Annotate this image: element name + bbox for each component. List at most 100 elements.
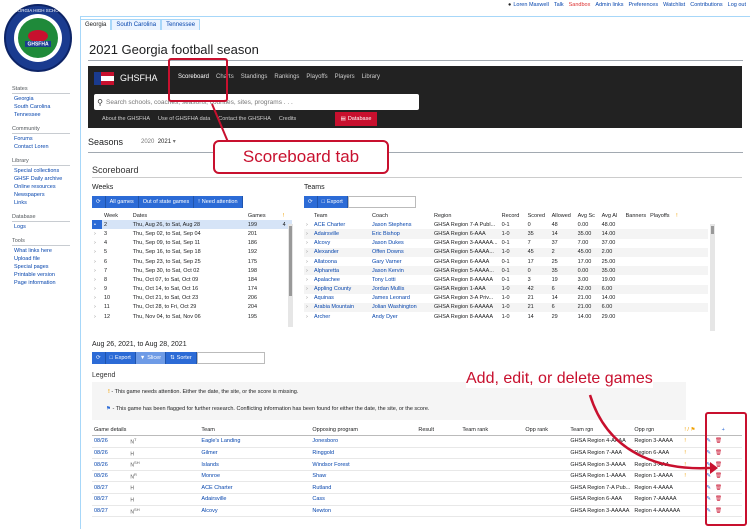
week-row[interactable]: › 8 Thu, Oct 07, to Sat, Oct 09 184 xyxy=(92,275,292,284)
game-opponent[interactable]: Newton xyxy=(310,505,417,518)
expand-icon[interactable]: › xyxy=(304,257,312,266)
teams-col-attention[interactable]: ! xyxy=(674,211,708,220)
week-row[interactable]: › 10 Thu, Oct 21, to Sat, Oct 23 206 xyxy=(92,294,292,303)
game-date[interactable]: 08/26 xyxy=(92,447,129,460)
expand-icon[interactable]: › xyxy=(92,248,102,257)
nav-playoffs[interactable]: Playoffs xyxy=(306,74,327,80)
game-row[interactable]: 08/27 H ACE Charter Rutland GHSA Region 7-A … xyxy=(92,481,742,495)
team-row[interactable]: › Alcovy Jason Dukes GHSA Region 3-AAAAA...… xyxy=(304,239,708,248)
team-coach[interactable]: Andy Dyer xyxy=(370,312,432,321)
nav-library[interactable]: Library xyxy=(362,74,380,80)
weeks-scrollbar[interactable] xyxy=(288,224,293,327)
teams-scrollbar[interactable] xyxy=(710,224,715,331)
games-col-details[interactable]: Game details xyxy=(92,424,129,437)
search-box[interactable]: ⚲ Search schools, coaches, seasons, coun… xyxy=(94,94,419,110)
sidebar-item-south-carolina[interactable]: South Carolina xyxy=(12,103,82,111)
expand-icon[interactable]: › xyxy=(304,229,312,239)
sidebar-item-page-information[interactable]: Page information xyxy=(12,279,82,287)
game-date[interactable]: 08/26 xyxy=(92,458,129,471)
week-row[interactable]: › 7 Thu, Sep 30, to Sat, Oct 02 198 xyxy=(92,266,292,275)
out-of-state-button[interactable]: Out of state games xyxy=(138,196,195,208)
games-col-opp[interactable]: Opposing program xyxy=(310,424,417,437)
games-col-team[interactable]: Team xyxy=(199,424,311,437)
teams-col-scored[interactable]: Scored xyxy=(526,211,550,220)
team-team[interactable]: Alpharetta xyxy=(312,266,370,276)
team-coach[interactable]: Tony Lotti xyxy=(370,275,432,284)
season-prev[interactable]: 2020 xyxy=(141,139,154,145)
need-attention-button[interactable]: ! Need attention xyxy=(194,196,243,208)
sidebar-item-georgia[interactable]: Georgia xyxy=(12,95,82,103)
week-row[interactable]: › 6 Thu, Sep 23, to Sat, Sep 25 175 xyxy=(92,257,292,266)
season-current[interactable]: 2021 xyxy=(158,139,171,145)
navbar-title[interactable]: GHSFHA xyxy=(120,73,158,83)
expand-icon[interactable]: › xyxy=(304,302,312,313)
expand-icon[interactable]: › xyxy=(92,312,102,321)
team-row[interactable]: › Allatoona Gary Varner GHSA Region 6-AAAA 0… xyxy=(304,257,708,266)
contributions-link[interactable]: Contributions xyxy=(690,2,722,8)
expand-icon[interactable]: › xyxy=(92,294,102,303)
expand-icon[interactable]: › xyxy=(304,294,312,303)
username-link[interactable]: Loren Maxwell xyxy=(513,2,548,8)
sidebar-item-online-resources[interactable]: Online resources xyxy=(12,183,82,191)
team-row[interactable]: › Arabia Mountain Jolian Washington GHSA Re… xyxy=(304,302,708,313)
team-coach[interactable]: Jason Stephens xyxy=(370,220,432,229)
sidebar-item-ghsf-daily-archive[interactable]: GHSF Daily archive xyxy=(12,175,82,183)
sidebar-item-upload-file[interactable]: Upload file xyxy=(12,255,82,263)
team-coach[interactable]: Jason Dukes xyxy=(370,239,432,248)
expand-icon[interactable]: › xyxy=(92,239,102,248)
games-export-button[interactable]: □ Export xyxy=(105,352,136,364)
game-team[interactable]: Eagle's Landing xyxy=(199,435,311,448)
game-team[interactable]: ACE Charter xyxy=(199,481,311,495)
sidebar-item-newspapers[interactable]: Newspapers xyxy=(12,191,82,199)
sidebar-item-printable-version[interactable]: Printable version xyxy=(12,271,82,279)
game-date[interactable]: 08/27 xyxy=(92,481,129,495)
game-team[interactable]: Islands xyxy=(199,458,311,471)
team-coach[interactable]: Jordan Mullis xyxy=(370,284,432,294)
expand-icon[interactable]: › xyxy=(304,275,312,284)
game-opponent[interactable]: Shaw xyxy=(310,470,417,483)
slicer-button[interactable]: ▼ Slicer xyxy=(135,352,167,364)
week-row[interactable]: › 5 Thu, Sep 16, to Sat, Sep 18 192 xyxy=(92,248,292,257)
expand-icon[interactable]: • xyxy=(92,220,102,230)
all-games-button[interactable]: All games xyxy=(105,196,139,208)
week-row[interactable]: › 11 Thu, Oct 28, to Fri, Oct 29 204 xyxy=(92,303,292,312)
team-row[interactable]: › Archer Andy Dyer GHSA Region 8-AAAAA 1-0 14… xyxy=(304,312,708,321)
team-team[interactable]: Apalachee xyxy=(312,275,370,284)
team-team[interactable]: Arabia Mountain xyxy=(312,302,370,313)
sandbox-link[interactable]: Sandbox xyxy=(569,2,591,8)
teams-refresh-button[interactable]: ⟳ xyxy=(304,196,318,208)
talk-link[interactable]: Talk xyxy=(554,2,564,8)
game-opponent[interactable]: Ringgold xyxy=(310,447,417,460)
user-menu[interactable]: ● Loren Maxwell xyxy=(508,2,549,8)
expand-icon[interactable]: › xyxy=(92,275,102,284)
game-opponent[interactable]: Jonesboro xyxy=(310,435,417,448)
tab-tennessee[interactable]: Tennessee xyxy=(161,19,201,30)
team-coach[interactable]: Gary Varner xyxy=(370,257,432,266)
teams-col-banners[interactable]: Banners xyxy=(624,211,649,220)
game-team[interactable]: Monroe xyxy=(199,470,311,483)
ghsfha-logo[interactable]: GHSFHA GEORGIA HIGH SCHOOL xyxy=(3,3,73,73)
game-team[interactable]: Gilmer xyxy=(199,447,311,460)
teams-col-avg-sc[interactable]: Avg Sc xyxy=(576,211,600,220)
week-row[interactable]: › 9 Thu, Oct 14, to Sat, Oct 16 174 xyxy=(92,285,292,294)
game-opponent[interactable]: Rutland xyxy=(310,481,417,495)
sidebar-item-tennessee[interactable]: Tennessee xyxy=(12,111,82,119)
week-row[interactable]: › 3 Thu, Sep 02, to Sat, Sep 04 201 xyxy=(92,229,292,238)
expand-icon[interactable]: › xyxy=(92,303,102,312)
weeks-col-attention[interactable]: ! xyxy=(281,211,292,220)
expand-icon[interactable]: › xyxy=(92,266,102,275)
team-row[interactable]: › ACE Charter Jason Stephens GHSA Region 7-… xyxy=(304,220,708,229)
admin-links-link[interactable]: Admin links xyxy=(595,2,623,8)
expand-icon[interactable]: › xyxy=(92,229,102,238)
nav-about[interactable]: About the GHSFHA xyxy=(102,116,150,122)
team-row[interactable]: › Aquinas James Leonard GHSA Region 3-A Pri… xyxy=(304,294,708,303)
team-team[interactable]: Adairsville xyxy=(312,229,370,239)
refresh-button[interactable]: ⟳ xyxy=(92,196,106,208)
games-filter-input[interactable] xyxy=(196,352,265,364)
teams-col-avg-al[interactable]: Avg Al xyxy=(600,211,624,220)
team-coach[interactable]: Jolian Washington xyxy=(370,302,432,313)
team-row[interactable]: › Appling County Jordan Mullis GHSA Region … xyxy=(304,284,708,294)
team-row[interactable]: › Alexander Offen Downs GHSA Region 5-AAAA.… xyxy=(304,247,708,257)
team-coach[interactable]: Jason Kervin xyxy=(370,266,432,276)
weeks-col-games[interactable]: Games xyxy=(246,211,281,220)
